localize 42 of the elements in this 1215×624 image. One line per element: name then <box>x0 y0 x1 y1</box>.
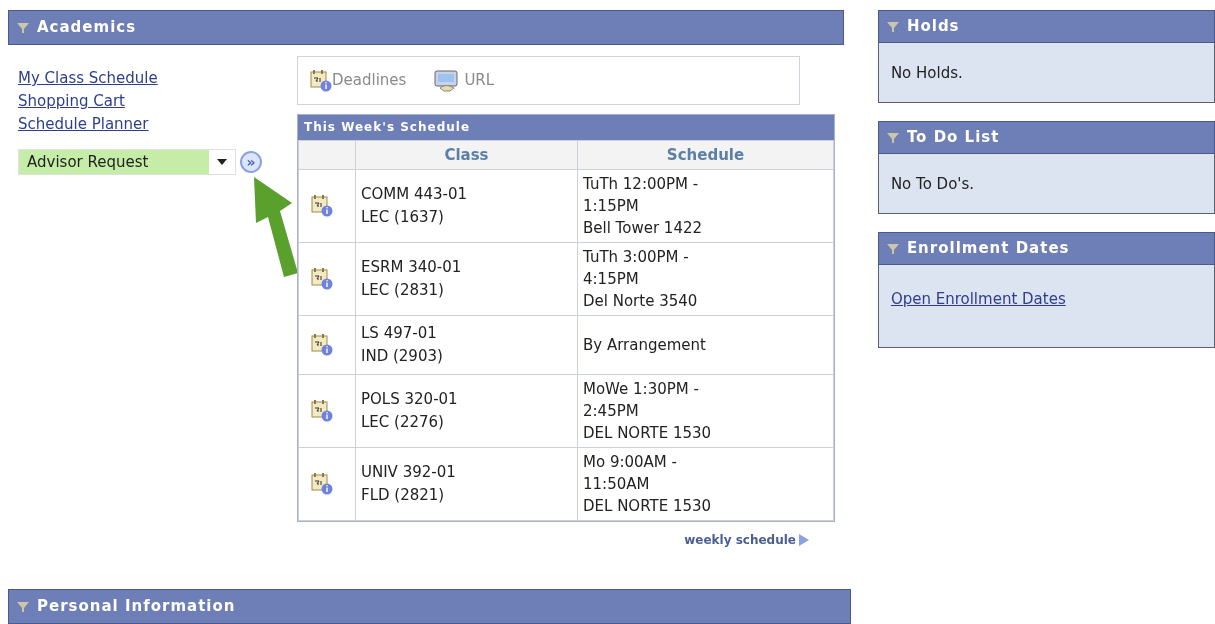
table-cell: Mo 9:00AM - 11:50AM DEL NORTE 1530 <box>577 447 834 521</box>
collapse-icon[interactable] <box>17 601 29 612</box>
collapse-icon[interactable] <box>886 243 899 254</box>
table-cell: TuTh 3:00PM - 4:15PM Del Norte 3540 <box>577 242 834 316</box>
column-header: Schedule <box>577 140 834 170</box>
panel-text: No Holds. <box>890 64 963 82</box>
panel-link[interactable]: Open Enrollment Dates <box>890 290 1066 308</box>
calendar-info-icon[interactable] <box>311 400 333 422</box>
panel-title: Holds <box>906 16 960 38</box>
panel-title: Academics <box>37 17 137 39</box>
nav-link[interactable]: Schedule Planner <box>18 113 149 136</box>
table-cell: By Arrangement <box>577 315 834 375</box>
table-title: This Week's Schedule <box>298 115 834 140</box>
calendar-info-icon[interactable] <box>311 334 333 356</box>
panel-title: Enrollment Dates <box>906 238 1070 260</box>
url-icon[interactable] <box>434 69 461 92</box>
table-cell: LS 497-01 IND (2903) <box>355 315 578 375</box>
weekly-schedule-link[interactable]: weekly schedule <box>684 531 796 549</box>
nav-link[interactable]: Shopping Cart <box>18 90 125 113</box>
panel-title: Personal Information <box>37 596 236 618</box>
calendar-info-icon[interactable] <box>311 473 333 495</box>
table-cell: UNIV 392-01 FLD (2821) <box>355 447 578 521</box>
panel-title: To Do List <box>906 127 1000 149</box>
table-cell: POLS 320-01 LEC (2276) <box>355 374 578 448</box>
calendar-info-icon[interactable] <box>310 69 332 92</box>
deadlines-link[interactable]: Deadlines <box>332 69 407 92</box>
dropdown[interactable]: Advisor Request <box>18 149 236 175</box>
play-icon <box>799 534 809 546</box>
table-cell: COMM 443-01 LEC (1637) <box>355 169 578 243</box>
panel-text: No To Do's. <box>890 175 975 193</box>
calendar-info-icon[interactable] <box>311 268 333 290</box>
column-header: Class <box>355 140 578 170</box>
table-cell: ESRM 340-01 LEC (2831) <box>355 242 578 316</box>
calendar-info-icon[interactable] <box>311 195 333 217</box>
go-button[interactable]: » <box>240 151 262 173</box>
caret-icon <box>217 159 227 165</box>
collapse-icon[interactable] <box>886 132 899 143</box>
nav-link[interactable]: My Class Schedule <box>18 67 158 90</box>
collapse-icon[interactable] <box>17 22 29 33</box>
table-cell: TuTh 12:00PM - 1:15PM Bell Tower 1422 <box>577 169 834 243</box>
table-cell: MoWe 1:30PM - 2:45PM DEL NORTE 1530 <box>577 374 834 448</box>
collapse-icon[interactable] <box>886 21 899 32</box>
